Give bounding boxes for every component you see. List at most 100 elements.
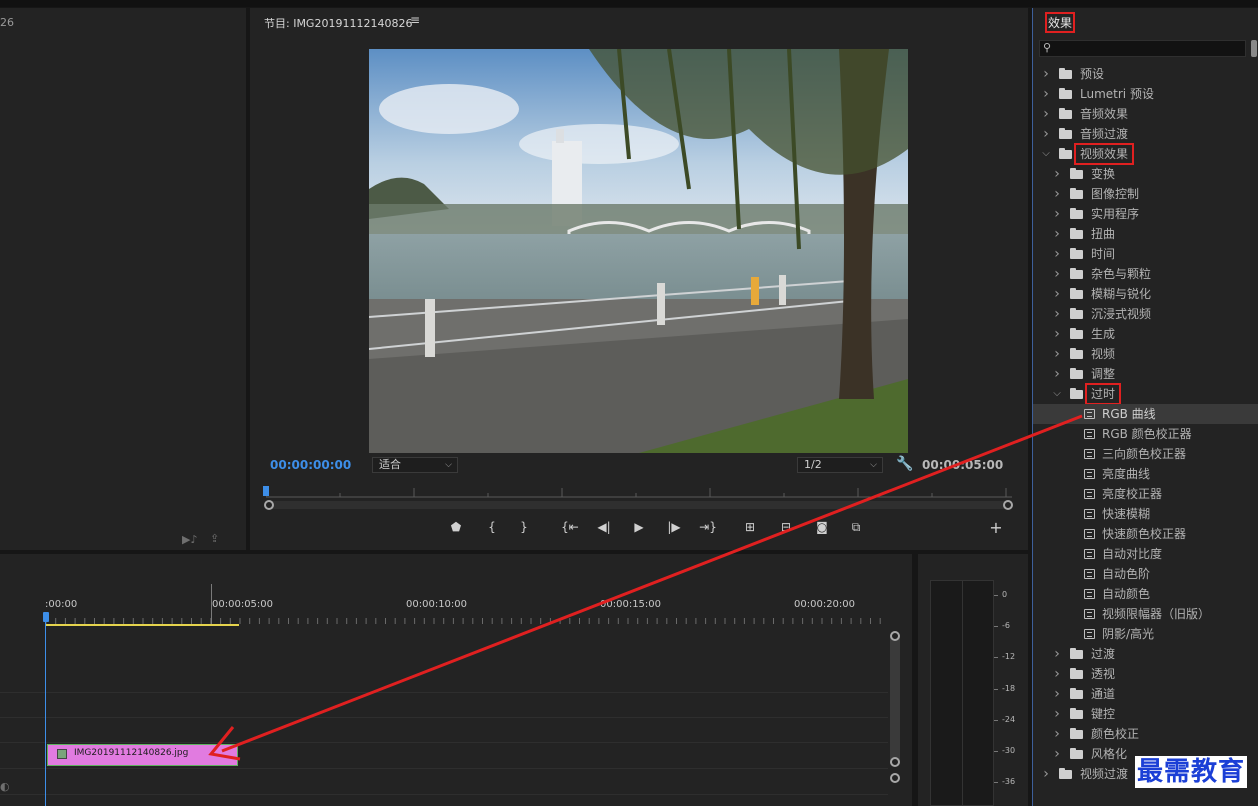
effects-tree-item[interactable]: › 过渡 (1033, 644, 1258, 664)
chevron-right-icon[interactable]: › (1052, 204, 1062, 224)
effects-tree-item[interactable]: › 实用程序 (1033, 204, 1258, 224)
scroll-end-handle[interactable] (1003, 500, 1013, 510)
chevron-right-icon[interactable]: › (1052, 324, 1062, 344)
chevron-right-icon[interactable]: › (1041, 124, 1051, 144)
scroll-bottom-handle[interactable] (890, 757, 900, 767)
program-title[interactable]: 节目: IMG20191112140826 (264, 15, 412, 31)
effects-tree-item[interactable]: RGB 颜色校正器 (1033, 424, 1258, 444)
effects-tree-item[interactable]: › Lumetri 预设 (1033, 84, 1258, 104)
effects-tree-item[interactable]: › 颜色校正 (1033, 724, 1258, 744)
chevron-right-icon[interactable]: › (1052, 724, 1062, 744)
effects-tree-item[interactable]: › 音频效果 (1033, 104, 1258, 124)
effects-tree-item[interactable]: › 视频 (1033, 344, 1258, 364)
chevron-right-icon[interactable]: › (1052, 244, 1062, 264)
mark-out-icon[interactable]: } (514, 520, 534, 534)
camera-icon[interactable]: ◙ (812, 520, 832, 534)
effects-tree-item[interactable]: › 杂色与颗粒 (1033, 264, 1258, 284)
program-time-ruler[interactable] (266, 486, 1012, 498)
program-scroll-bar[interactable] (266, 501, 1012, 509)
extract-icon[interactable]: ⊟ (776, 520, 796, 534)
lift-icon[interactable]: ⊞ (740, 520, 760, 534)
chevron-right-icon[interactable]: › (1052, 644, 1062, 664)
effects-tree-item[interactable]: 亮度校正器 (1033, 484, 1258, 504)
effects-tree-item[interactable]: ⌵ 视频效果 (1033, 143, 1258, 165)
export-icon[interactable]: ⇪ (210, 532, 219, 545)
folder-icon (1070, 388, 1083, 399)
effects-tree-item[interactable]: 自动色阶 (1033, 564, 1258, 584)
chevron-right-icon[interactable]: › (1052, 364, 1062, 384)
effects-scrollbar[interactable] (1251, 40, 1257, 57)
program-video-frame[interactable] (369, 49, 908, 453)
scroll-start-handle[interactable] (264, 500, 274, 510)
go-to-out-icon[interactable]: ⇥} (698, 520, 718, 534)
chevron-right-icon[interactable]: › (1052, 284, 1062, 304)
chevron-right-icon[interactable]: › (1052, 704, 1062, 724)
chevron-right-icon[interactable]: › (1052, 744, 1062, 764)
effects-tree-item[interactable]: ⌵ 过时 (1033, 383, 1258, 405)
effects-tree-item[interactable]: › 音频过渡 (1033, 124, 1258, 144)
effects-tree-item[interactable]: 三向颜色校正器 (1033, 444, 1258, 464)
chevron-right-icon[interactable]: › (1052, 164, 1062, 184)
chevron-right-icon[interactable]: › (1052, 344, 1062, 364)
timeline-playhead[interactable] (43, 612, 49, 622)
effects-tree-label: 视频过渡 (1080, 767, 1129, 781)
timeline-vertical-scrollbar[interactable] (890, 634, 900, 766)
chevron-right-icon[interactable]: › (1041, 64, 1051, 84)
chevron-right-icon[interactable]: › (1041, 764, 1051, 784)
mark-in-icon[interactable]: { (482, 520, 502, 534)
chevron-right-icon[interactable]: › (1052, 684, 1062, 704)
chevron-right-icon[interactable]: › (1052, 184, 1062, 204)
panel-menu-icon[interactable]: ≡ (410, 13, 420, 27)
effects-tree-item[interactable]: › 预设 (1033, 64, 1258, 84)
effects-panel-title[interactable]: 效果 (1045, 12, 1076, 33)
fit-dropdown[interactable]: 适合 ⌵ (372, 457, 458, 473)
effects-tree-item[interactable]: › 扭曲 (1033, 224, 1258, 244)
chevron-right-icon[interactable]: › (1041, 104, 1051, 124)
chevron-right-icon[interactable]: › (1041, 84, 1051, 104)
effects-tree-item[interactable]: › 沉浸式视频 (1033, 304, 1258, 324)
effect-icon (1084, 409, 1095, 419)
resolution-dropdown[interactable]: 1/2 ⌵ (797, 457, 883, 473)
insert-audio-icon[interactable]: ▶♪ (182, 533, 197, 546)
comparison-view-icon[interactable]: ⧉ (846, 520, 866, 535)
step-forward-icon[interactable]: |▶ (664, 520, 684, 534)
effects-tree-item[interactable]: › 调整 (1033, 364, 1258, 384)
scroll-handle[interactable] (890, 773, 900, 783)
effects-tree-item[interactable]: › 模糊与锐化 (1033, 284, 1258, 304)
add-marker-icon[interactable]: ⬟ (446, 520, 466, 534)
step-back-icon[interactable]: ◀| (594, 520, 614, 534)
effects-tree-item[interactable]: › 变换 (1033, 164, 1258, 184)
effects-tree-item[interactable]: RGB 曲线 (1033, 404, 1258, 424)
effects-tree-item[interactable]: › 生成 (1033, 324, 1258, 344)
effects-tree-item[interactable]: › 图像控制 (1033, 184, 1258, 204)
effects-tree-item[interactable]: 快速颜色校正器 (1033, 524, 1258, 544)
timeline-clip[interactable]: IMG20191112140826.jpg (47, 744, 238, 766)
effects-tree-item[interactable]: 亮度曲线 (1033, 464, 1258, 484)
effects-tree-item[interactable]: › 时间 (1033, 244, 1258, 264)
current-timecode[interactable]: 00:00:00:00 (270, 458, 351, 472)
play-icon[interactable]: ▶ (629, 520, 649, 534)
work-area-bar[interactable] (46, 624, 239, 626)
effects-tree-item[interactable]: 自动对比度 (1033, 544, 1258, 564)
effects-tree-item[interactable]: › 透视 (1033, 664, 1258, 684)
program-playhead[interactable] (263, 486, 269, 496)
effects-tree-item[interactable]: › 键控 (1033, 704, 1258, 724)
effects-tree-item[interactable]: 视频限幅器（旧版） (1033, 604, 1258, 624)
effects-tree-item[interactable]: 阴影/高光 (1033, 624, 1258, 644)
chevron-right-icon[interactable]: › (1052, 304, 1062, 324)
scroll-top-handle[interactable] (890, 631, 900, 641)
timeline-ruler-ticks[interactable] (46, 614, 886, 624)
chevron-right-icon[interactable]: › (1052, 224, 1062, 244)
mic-icon[interactable]: ◐ (0, 780, 10, 793)
effects-tree-item[interactable]: 自动颜色 (1033, 584, 1258, 604)
go-to-in-icon[interactable]: {⇤ (560, 520, 580, 534)
effects-search-input[interactable]: ⚲ (1039, 40, 1246, 57)
chevron-down-icon[interactable]: ⌵ (1052, 384, 1062, 404)
effects-tree-item[interactable]: › 通道 (1033, 684, 1258, 704)
wrench-icon[interactable]: 🔧 (896, 456, 913, 472)
effects-tree-item[interactable]: 快速模糊 (1033, 504, 1258, 524)
chevron-right-icon[interactable]: › (1052, 664, 1062, 684)
chevron-down-icon[interactable]: ⌵ (1041, 144, 1051, 164)
chevron-right-icon[interactable]: › (1052, 264, 1062, 284)
add-button-icon[interactable]: + (986, 518, 1006, 537)
